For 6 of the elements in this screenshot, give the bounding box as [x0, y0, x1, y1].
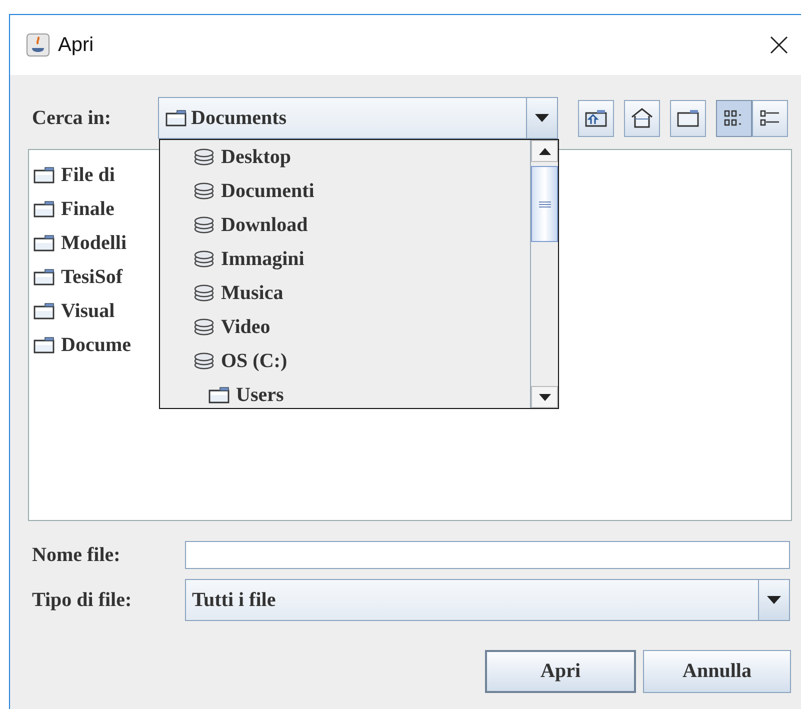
combo-value: Documents: [191, 106, 287, 130]
file-type-label: Tipo di file:: [32, 588, 133, 612]
window-title: Apri: [58, 34, 95, 56]
combo-value: Tutti i file: [192, 588, 276, 612]
file-name-label: Nome file:: [32, 544, 122, 566]
look-in-label: Cerca in:: [32, 106, 112, 130]
